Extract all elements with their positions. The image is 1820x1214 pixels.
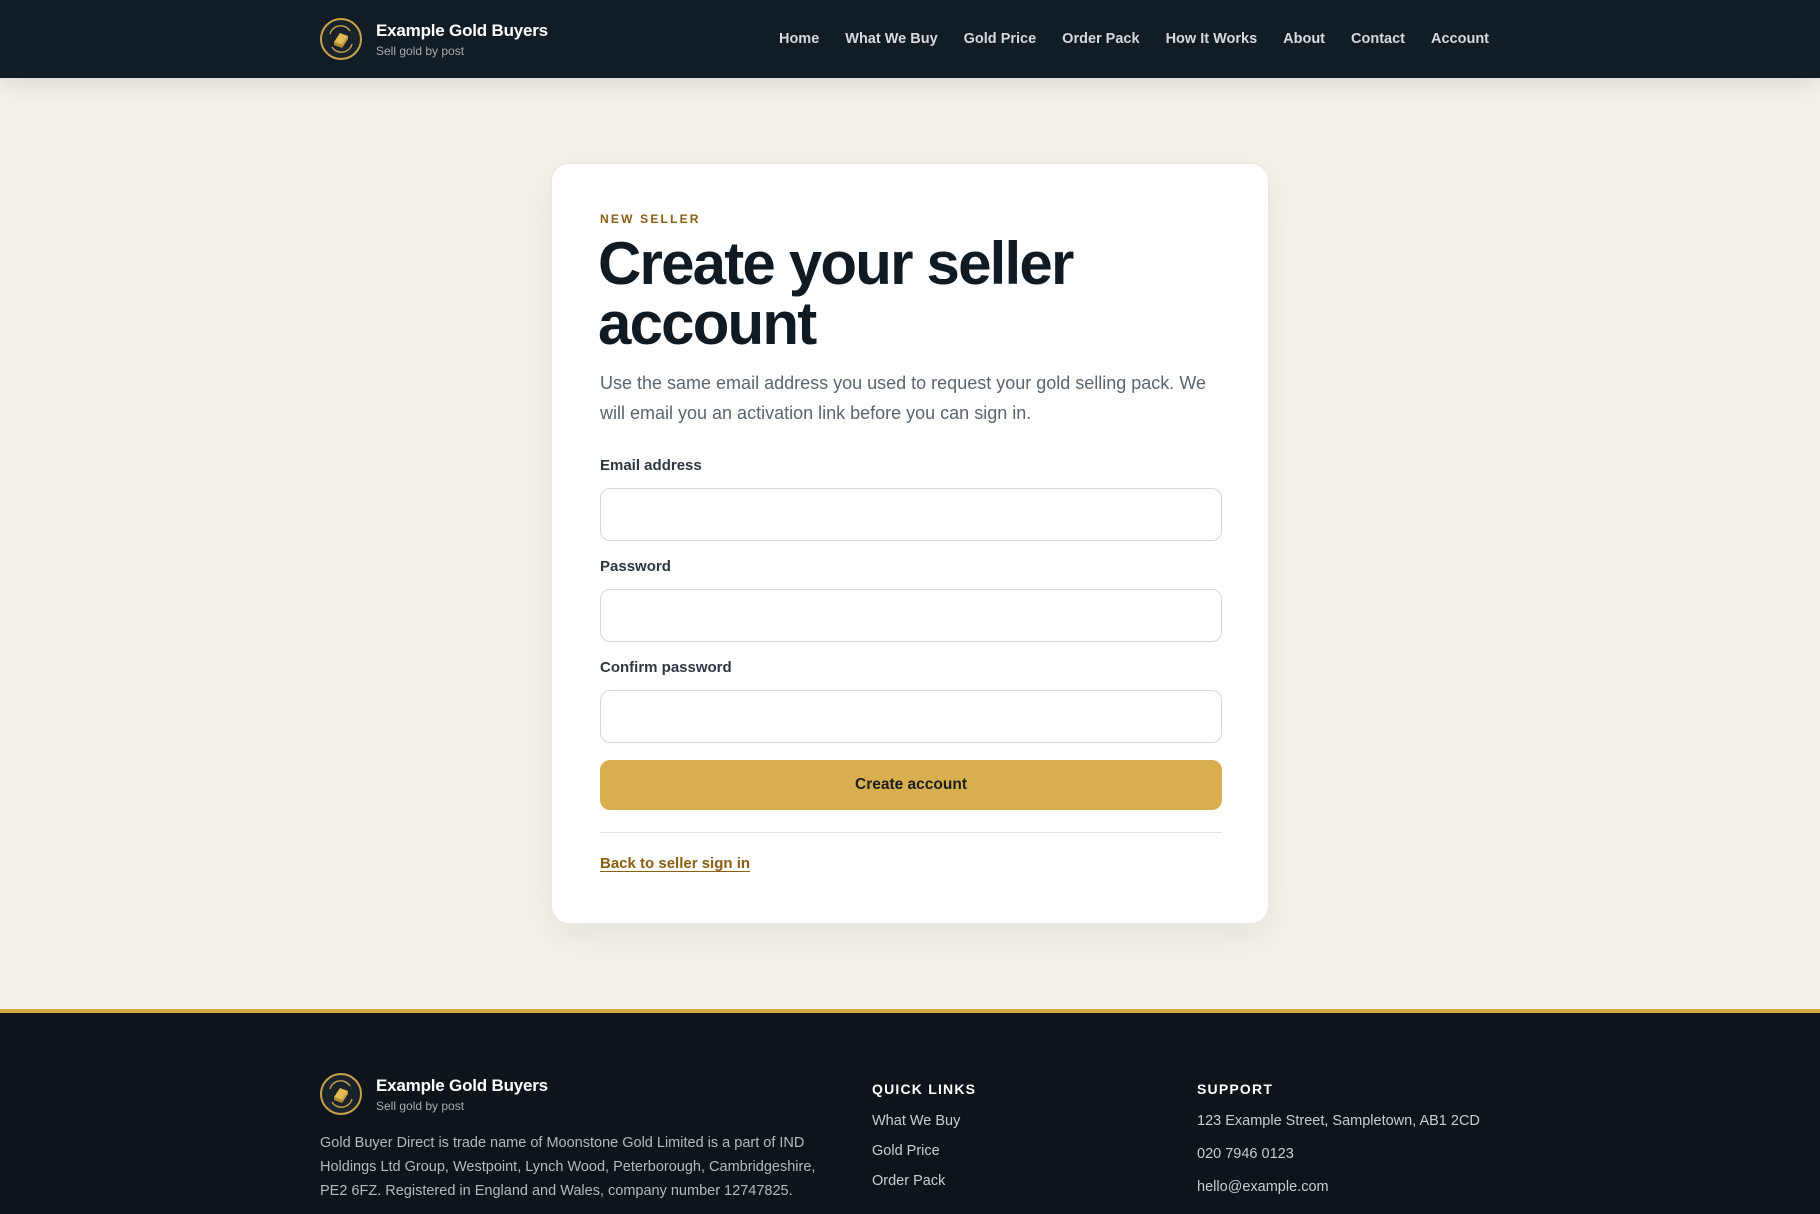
intro-text: Use the same email address you used to r… bbox=[600, 373, 1206, 423]
support-address: 123 Example Street, Sampletown, AB1 2CD bbox=[1197, 1113, 1480, 1129]
nav-order-pack[interactable]: Order Pack bbox=[1062, 31, 1139, 47]
create-account-card: NEW SELLER Create your seller account Us… bbox=[551, 163, 1269, 924]
footer-company-info: Gold Buyer Direct is trade name of Moons… bbox=[320, 1135, 816, 1199]
email-label: Email address bbox=[600, 457, 702, 474]
confirm-password-label: Confirm password bbox=[600, 659, 732, 676]
password-field[interactable] bbox=[600, 589, 1222, 642]
brand-name: Example Gold Buyers bbox=[376, 20, 548, 40]
nav-home[interactable]: Home bbox=[779, 31, 819, 47]
footer-brand-name: Example Gold Buyers bbox=[376, 1075, 548, 1095]
password-label: Password bbox=[600, 558, 671, 575]
footer-link-order-pack[interactable]: Order Pack bbox=[872, 1173, 976, 1189]
footer-support: SUPPORT 123 Example Street, Sampletown, … bbox=[1197, 1081, 1480, 1195]
site-footer: Example Gold Buyers Sell gold by post Go… bbox=[0, 1009, 1820, 1214]
nav-what-we-buy[interactable]: What We Buy bbox=[845, 31, 937, 47]
brand-home-link[interactable]: Example Gold Buyers Sell gold by post bbox=[320, 17, 548, 61]
footer-link-gold-price[interactable]: Gold Price bbox=[872, 1143, 976, 1159]
nav-gold-price[interactable]: Gold Price bbox=[964, 31, 1037, 47]
support-phone[interactable]: 020 7946 0123 bbox=[1197, 1146, 1480, 1162]
page-title: Create your seller account bbox=[598, 230, 1074, 357]
footer-quick-links: QUICK LINKS What We Buy Gold Price Order… bbox=[872, 1081, 976, 1189]
create-account-button[interactable]: Create account bbox=[600, 760, 1222, 810]
quick-links-heading: QUICK LINKS bbox=[872, 1081, 977, 1097]
eyebrow-label: NEW SELLER bbox=[600, 212, 701, 226]
divider bbox=[600, 832, 1222, 833]
nav-account[interactable]: Account bbox=[1431, 31, 1489, 47]
footer-brand-tagline: Sell gold by post bbox=[376, 1098, 465, 1113]
nav-how-it-works[interactable]: How It Works bbox=[1166, 31, 1258, 47]
gold-bar-logo-icon bbox=[320, 1073, 362, 1115]
main-nav: Home What We Buy Gold Price Order Pack H… bbox=[779, 0, 1489, 78]
support-heading: SUPPORT bbox=[1197, 1081, 1274, 1097]
back-to-sign-in-link[interactable]: Back to seller sign in bbox=[600, 855, 750, 872]
brand-tagline: Sell gold by post bbox=[376, 43, 465, 58]
confirm-password-field[interactable] bbox=[600, 690, 1222, 743]
site-header: Example Gold Buyers Sell gold by post Ho… bbox=[0, 0, 1820, 78]
nav-contact[interactable]: Contact bbox=[1351, 31, 1405, 47]
nav-about[interactable]: About bbox=[1283, 31, 1325, 47]
email-field[interactable] bbox=[600, 488, 1222, 541]
support-email[interactable]: hello@example.com bbox=[1197, 1179, 1480, 1195]
footer-link-what-we-buy[interactable]: What We Buy bbox=[872, 1113, 976, 1129]
gold-bar-logo-icon bbox=[320, 18, 362, 60]
footer-brand[interactable]: Example Gold Buyers Sell gold by post bbox=[320, 1073, 548, 1115]
